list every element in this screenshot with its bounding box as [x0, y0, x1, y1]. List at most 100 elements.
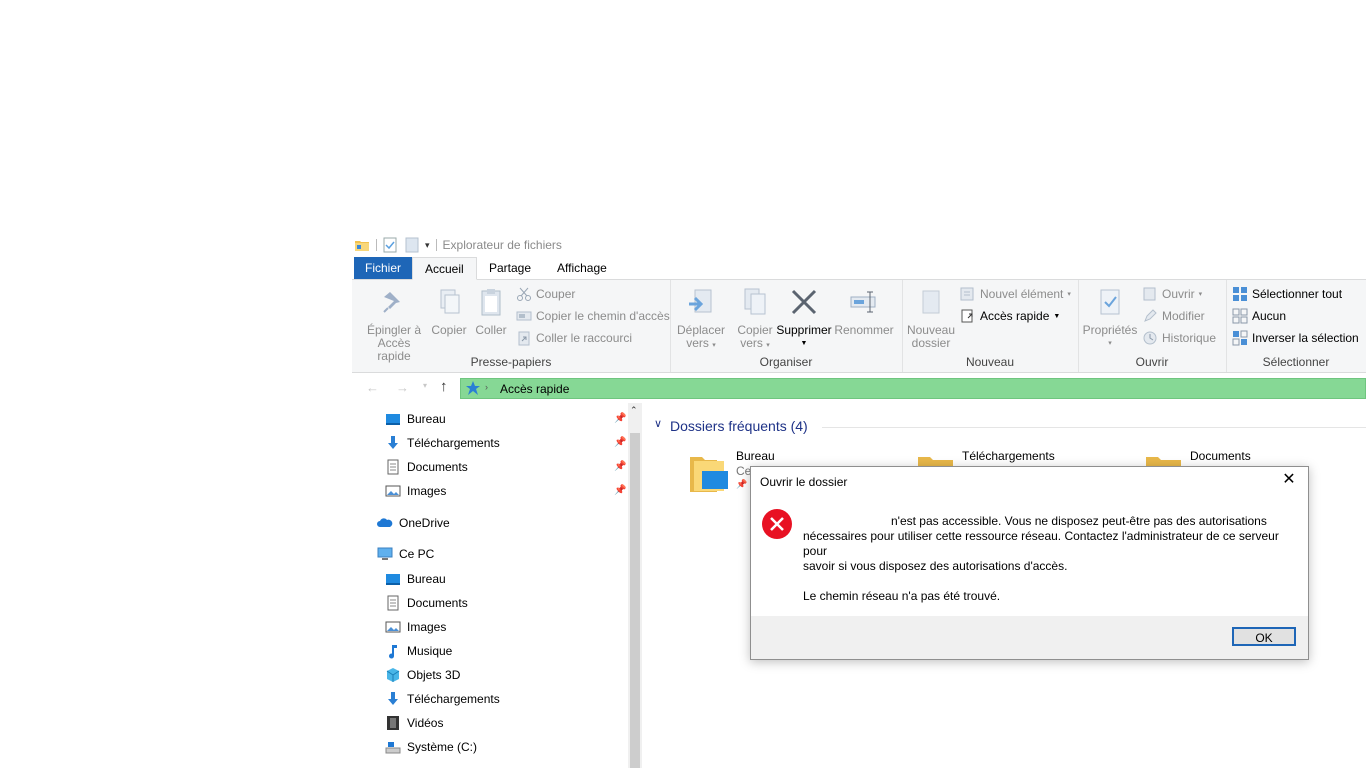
copy-button[interactable]: Copier — [430, 286, 468, 337]
easy-access-icon — [960, 308, 976, 324]
chevron-down-icon[interactable]: ▾ — [425, 240, 430, 251]
recent-locations-chevron-icon[interactable]: ▾ — [423, 381, 427, 390]
image-icon — [385, 619, 401, 635]
cube-3d-icon — [385, 667, 401, 683]
move-label-2: vers ▾ — [686, 336, 716, 350]
message-line-3: savoir si vous disposez des autorisation… — [803, 559, 1068, 573]
ok-button[interactable]: OK — [1232, 627, 1296, 646]
breadcrumb-chevron-icon[interactable]: › — [485, 382, 488, 392]
ribbon: Épingler à Accès rapide Copier Coller Co… — [352, 280, 1366, 373]
computer-icon — [377, 546, 393, 562]
invert-selection-label: Inverser la sélection — [1252, 331, 1359, 345]
pin-icon: 📌 — [614, 461, 627, 472]
paste-shortcut-button[interactable]: Coller le raccourci — [516, 328, 632, 348]
back-arrow-icon[interactable]: ← — [366, 380, 379, 395]
chevron-down-icon: ▼ — [800, 340, 808, 347]
download-arrow-icon — [385, 691, 401, 707]
sidebar-item-pc-telechargements[interactable]: Téléchargements — [385, 688, 500, 710]
up-arrow-icon[interactable]: ↑ — [440, 378, 448, 395]
sidebar-item-label: Documents — [407, 460, 468, 474]
move-to-button[interactable]: Déplacer vers ▾ — [674, 286, 728, 352]
tab-fichier[interactable]: Fichier — [354, 257, 413, 279]
scroll-up-chevron-icon[interactable]: ⌃ — [630, 405, 638, 416]
sidebar-item-pc-documents[interactable]: Documents — [385, 592, 468, 614]
window-title: Explorateur de fichiers — [442, 238, 562, 252]
open-icon — [1142, 286, 1158, 302]
properties-qa-icon[interactable] — [383, 237, 397, 253]
rename-button[interactable]: Renommer — [834, 286, 894, 337]
copy-icon — [433, 286, 465, 318]
sidebar-item-ce-pc[interactable]: Ce PC — [377, 543, 434, 565]
sidebar-item-pc-bureau[interactable]: Bureau — [385, 568, 446, 590]
select-none-label: Aucun — [1252, 309, 1287, 323]
scrollbar-thumb[interactable] — [630, 433, 640, 768]
group-label-ouvrir: Ouvrir — [1135, 355, 1169, 369]
section-divider — [822, 427, 1366, 428]
music-note-icon — [385, 643, 401, 659]
invert-selection-button[interactable]: Inverser la sélection — [1232, 328, 1359, 348]
delete-x-icon — [788, 286, 820, 318]
dialog-footer: OK — [751, 616, 1308, 659]
quick-access-toolbar: ▾ Explorateur de fichiers — [354, 237, 562, 253]
sidebar-item-pc-images[interactable]: Images — [385, 616, 446, 638]
sidebar-scrollbar[interactable]: ⌃ — [628, 403, 642, 768]
properties-label: Propriétés — [1082, 323, 1138, 337]
new-item-button[interactable]: Nouvel élément ▾ — [960, 284, 1071, 304]
select-all-icon — [1232, 286, 1248, 302]
open-button[interactable]: Ouvrir ▾ — [1142, 284, 1202, 304]
address-path[interactable]: Accès rapide — [500, 382, 569, 396]
sidebar-item-images[interactable]: Images — [385, 480, 446, 502]
section-title[interactable]: Dossiers fréquents (4) — [670, 418, 808, 434]
sidebar-item-pc-videos[interactable]: Vidéos — [385, 712, 443, 734]
tab-partage[interactable]: Partage — [477, 257, 543, 279]
sidebar-item-pc-objets-3d[interactable]: Objets 3D — [385, 664, 460, 686]
select-all-button[interactable]: Sélectionner tout — [1232, 284, 1342, 304]
sidebar-item-pc-systeme-c[interactable]: Système (C:) — [385, 736, 477, 758]
folder-name: Téléchargements — [962, 449, 1055, 463]
sidebar-item-pc-musique[interactable]: Musique — [385, 640, 452, 662]
pin-icon: 📌 — [614, 485, 627, 496]
tab-accueil[interactable]: Accueil — [412, 257, 477, 280]
sidebar-item-documents[interactable]: Documents — [385, 456, 468, 478]
folder-desktop-icon — [688, 453, 732, 498]
new-folder-qa-icon[interactable] — [405, 237, 419, 253]
sidebar-item-telechargements[interactable]: Téléchargements — [385, 432, 500, 454]
properties-button[interactable]: Propriétés ▾ — [1082, 286, 1138, 350]
paste-button[interactable]: Coller — [472, 286, 510, 337]
navigation-pane: Bureau 📌 Téléchargements 📌 Documents 📌 I… — [352, 403, 642, 768]
history-button[interactable]: Historique — [1142, 328, 1216, 348]
edit-pencil-icon — [1142, 308, 1158, 324]
address-bar[interactable]: › Accès rapide — [460, 378, 1366, 399]
message-line-1: n'est pas accessible. Vous ne disposez p… — [891, 514, 1267, 528]
copy-path-button[interactable]: Copier le chemin d'accès — [516, 306, 670, 326]
sidebar-item-bureau[interactable]: Bureau — [385, 408, 446, 430]
desktop-icon — [385, 571, 401, 587]
pin-quick-access-button[interactable]: Épingler à Accès rapide — [360, 286, 428, 363]
sidebar-item-onedrive[interactable]: OneDrive — [377, 512, 450, 534]
sidebar-item-label: Objets 3D — [407, 668, 461, 682]
select-none-icon — [1232, 308, 1248, 324]
copyto-label-2: vers ▾ — [740, 336, 770, 350]
open-label: Ouvrir — [1162, 287, 1195, 301]
select-all-label: Sélectionner tout — [1252, 287, 1343, 301]
chevron-down-icon[interactable]: ∨ — [654, 417, 662, 430]
easy-access-button[interactable]: Accès rapide ▼ — [960, 306, 1060, 326]
rename-icon — [848, 286, 880, 318]
select-none-button[interactable]: Aucun — [1232, 306, 1286, 326]
edit-button[interactable]: Modifier — [1142, 306, 1205, 326]
film-icon — [385, 715, 401, 731]
pin-icon: 📌 — [614, 413, 627, 424]
clipboard-icon — [475, 286, 507, 318]
tab-affichage[interactable]: Affichage — [545, 257, 619, 279]
cut-button[interactable]: Couper — [516, 284, 575, 304]
chevron-down-icon: ▼ — [1053, 312, 1061, 320]
delete-button[interactable]: Supprimer ▼ — [774, 286, 834, 350]
forward-arrow-icon[interactable]: → — [396, 380, 409, 395]
close-icon[interactable]: ✕ — [1280, 471, 1298, 489]
copy-label: Copier — [431, 323, 467, 337]
cut-label: Couper — [536, 287, 576, 301]
new-folder-button[interactable]: Nouveau dossier — [904, 286, 958, 350]
edit-label: Modifier — [1162, 309, 1205, 323]
copy-to-button[interactable]: Copier vers ▾ — [730, 286, 780, 352]
new-folder-label-2: dossier — [911, 336, 951, 350]
